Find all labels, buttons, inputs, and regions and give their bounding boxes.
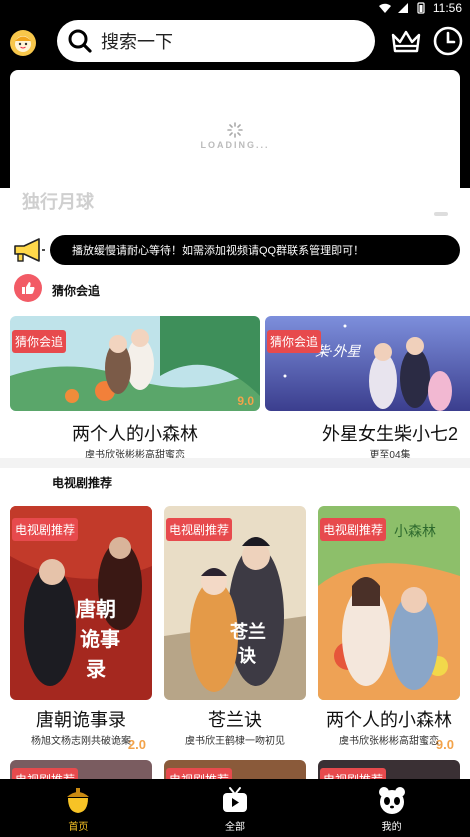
signal-icon <box>397 3 408 13</box>
loading-text: LOADING... <box>200 140 270 150</box>
clock-icon[interactable] <box>432 25 464 57</box>
notice-text: 播放缓慢请耐心等待！如需添加视频请QQ群联系管理即可！ <box>50 235 460 265</box>
svg-text:录: 录 <box>86 659 106 681</box>
svg-text:唐朝: 唐朝 <box>76 597 116 621</box>
bottom-nav: 首页 全部 我的 <box>0 779 470 837</box>
status-bar: 11:56 <box>0 0 470 18</box>
banner-title: 独行月球 <box>22 192 94 212</box>
guess-carousel[interactable]: 猜你会追 9.0 两个人的小森林 虞书欣张彬彬高甜蜜恋 柴·外星 猜你会追 外星… <box>0 310 470 458</box>
section-divider <box>0 458 470 468</box>
tv-card[interactable]: 唐朝 诡事 录 电视剧推荐 2.0 唐朝诡事录 杨旭文杨志刚共破诡案 <box>10 506 152 756</box>
tv-icon <box>223 787 247 812</box>
nav-all[interactable]: 全部 <box>157 779 314 837</box>
item-desc: 虞书欣张彬彬高甜蜜恋 <box>85 450 185 458</box>
recommend-tag: 电视剧推荐 <box>12 518 79 541</box>
recommend-tag: 电视剧推荐 <box>166 518 233 541</box>
svg-text:小森林: 小森林 <box>394 524 436 540</box>
tv-card[interactable]: 小森林 电视剧推荐 9.0 两个人的小森林 虞书欣张彬彬高甜蜜恋 <box>318 506 460 756</box>
recommend-tag: 猜你会追 <box>267 330 322 353</box>
search-bar[interactable]: 搜索一下 <box>57 20 375 62</box>
item-title: 苍兰诀 <box>208 710 262 730</box>
acorn-icon <box>67 788 90 813</box>
section-title-guess: 猜你会追 <box>52 284 101 298</box>
item-desc: 杨旭文杨志刚共破诡案 <box>31 736 131 747</box>
item-desc: 虞书欣王鹤棣一吻初见 <box>185 736 285 747</box>
svg-text:诡事: 诡事 <box>80 627 120 651</box>
item-title: 两个人的小森林 <box>326 710 452 730</box>
section-title-tv: 电视剧推荐 <box>52 476 113 490</box>
item-desc: 更至04集 <box>369 450 411 458</box>
score-badge: 9.0 <box>237 394 254 408</box>
item-title: 外星女生柴小七2 <box>321 424 458 444</box>
panda-icon <box>378 787 405 814</box>
nav-label: 我的 <box>381 822 402 833</box>
nav-home[interactable]: 首页 <box>0 779 157 837</box>
nav-label: 首页 <box>68 822 89 833</box>
guess-card[interactable]: 猜你会追 9.0 两个人的小森林 虞书欣张彬彬高甜蜜恋 <box>10 316 260 458</box>
nav-label: 全部 <box>225 822 245 833</box>
loading-spinner-icon <box>227 122 243 138</box>
guess-card[interactable]: 柴·外星 猜你会追 外星女生柴小七2 更至04集 <box>265 316 470 458</box>
recommend-tag: 电视剧推荐 <box>320 518 387 541</box>
item-title: 两个人的小森林 <box>72 424 198 444</box>
megaphone-icon <box>14 238 45 262</box>
svg-text:柴·外星: 柴·外星 <box>315 344 361 360</box>
svg-text:诀: 诀 <box>238 646 257 666</box>
recommend-tag: 猜你会追 <box>12 330 67 353</box>
wifi-icon <box>378 3 391 13</box>
banner-carousel[interactable]: LOADING... 独行月球 <box>10 70 460 226</box>
status-time: 11:56 <box>432 1 462 15</box>
svg-text:苍兰: 苍兰 <box>229 621 266 642</box>
crown-icon[interactable] <box>390 28 422 56</box>
nav-mine[interactable]: 我的 <box>313 779 470 837</box>
search-placeholder: 搜索一下 <box>101 32 173 52</box>
item-title: 唐朝诡事录 <box>36 710 126 730</box>
battery-icon <box>417 2 425 14</box>
item-desc: 虞书欣张彬彬高甜蜜恋 <box>339 736 439 747</box>
carousel-indicator <box>434 212 448 216</box>
search-icon <box>68 29 92 53</box>
notice-bar: 播放缓慢请耐心等待！如需添加视频请QQ群联系管理即可！ <box>10 234 460 266</box>
avatar-icon[interactable] <box>10 30 36 56</box>
thumbs-up-icon <box>14 274 42 302</box>
tv-card[interactable]: 苍兰 诀 电视剧推荐 苍兰诀 虞书欣王鹤棣一吻初见 <box>164 506 306 756</box>
